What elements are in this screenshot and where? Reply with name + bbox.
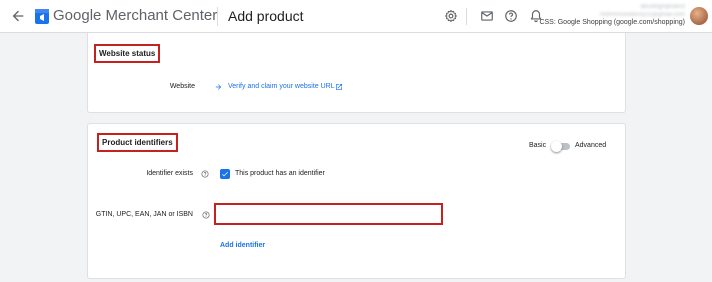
identifier-exists-checkbox[interactable]: [220, 169, 230, 179]
website-label: Website: [169, 83, 195, 90]
identifier-exists-label: Identifier exists: [146, 170, 193, 177]
account-name: abcdefghijklabcd: [640, 4, 685, 10]
add-identifier-button[interactable]: Add identifier: [220, 242, 265, 249]
website-status-card: Website status Website Verify and claim …: [87, 33, 626, 113]
gtin-label: GTIN, UPC, EAN, JAN or ISBN: [95, 211, 193, 218]
open-in-new-icon[interactable]: [335, 83, 343, 91]
account-store: CSS: Google Shopping (google.com/shoppin…: [539, 19, 685, 26]
page-title: Add product: [228, 8, 304, 24]
product-identifiers-card: Product identifiers Basic Advanced Ident…: [87, 123, 626, 279]
app-name: Google Merchant Center: [53, 7, 218, 24]
settings-icon[interactable]: [444, 9, 458, 23]
toggle-label-advanced: Advanced: [575, 142, 607, 149]
toggle-label-basic: Basic: [529, 142, 547, 149]
merchant-center-logo[interactable]: [34, 7, 50, 25]
check-icon: [222, 171, 228, 177]
avatar[interactable]: [690, 7, 708, 25]
top-app-bar: Google Merchant Center Add product abcde…: [0, 0, 712, 33]
gtin-input[interactable]: [214, 203, 443, 225]
account-info[interactable]: abcdefghijklabcd mdmmnoedalsvy11@gmail.c…: [539, 3, 685, 27]
help-icon[interactable]: [504, 9, 518, 23]
identifier-checkbox-label: This product has an identifier: [235, 170, 325, 177]
section-title-website-status: Website status: [94, 44, 161, 63]
help-outline-icon[interactable]: [202, 211, 210, 219]
toggle-thumb: [551, 141, 562, 152]
help-outline-icon[interactable]: [201, 170, 209, 178]
section-title-product-identifiers: Product identifiers: [97, 133, 178, 152]
mail-icon[interactable]: [480, 9, 494, 23]
header-divider-2: [466, 8, 467, 25]
header-divider: [217, 7, 218, 26]
arrow-back-icon[interactable]: [10, 8, 26, 24]
basic-advanced-toggle[interactable]: [551, 140, 571, 153]
main-content: Website status Website Verify and claim …: [0, 33, 712, 282]
verify-website-link[interactable]: Verify and claim your website URL: [228, 83, 335, 90]
arrow-forward-icon: [215, 84, 222, 90]
account-email: mdmmnoedalsvy11@gmail.com: [599, 12, 685, 18]
